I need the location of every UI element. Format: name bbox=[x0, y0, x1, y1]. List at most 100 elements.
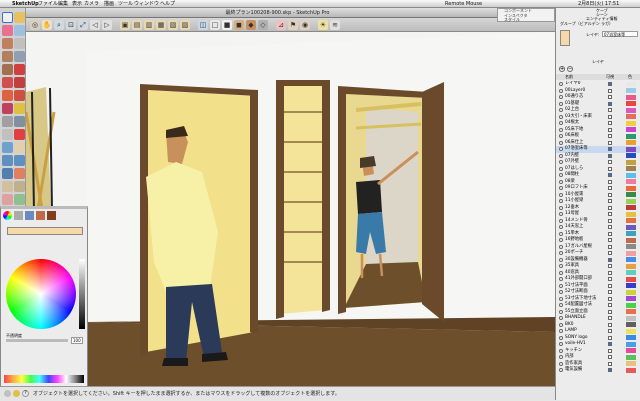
layer-visible-checkbox[interactable] bbox=[608, 108, 612, 113]
active-layer-radio[interactable] bbox=[559, 277, 563, 282]
active-layer-radio[interactable] bbox=[559, 244, 563, 249]
layer-visible-checkbox[interactable] bbox=[608, 147, 612, 152]
line-icon[interactable] bbox=[2, 38, 13, 49]
active-layer-radio[interactable] bbox=[559, 329, 563, 334]
top-view-icon[interactable]: ▤ bbox=[132, 20, 142, 30]
active-layer-radio[interactable] bbox=[559, 166, 563, 171]
layer-color-swatch[interactable] bbox=[626, 146, 636, 152]
active-layer-radio[interactable] bbox=[559, 134, 563, 139]
active-layer-radio[interactable] bbox=[559, 251, 563, 256]
color-wheel-tab-icon[interactable] bbox=[3, 211, 12, 220]
layer-color-swatch[interactable] bbox=[626, 361, 636, 367]
opacity-value[interactable]: 100 bbox=[71, 337, 83, 344]
walk-tool-icon[interactable] bbox=[2, 181, 13, 192]
right-view-icon[interactable]: ▦ bbox=[156, 20, 166, 30]
layer-visible-checkbox[interactable] bbox=[608, 121, 612, 126]
layer-visible-checkbox[interactable] bbox=[608, 309, 612, 314]
paint-bucket-icon[interactable] bbox=[14, 12, 25, 23]
layer-visible-checkbox[interactable] bbox=[608, 140, 612, 145]
orbit-icon[interactable]: ◎ bbox=[30, 20, 40, 30]
layer-color-swatch[interactable] bbox=[626, 94, 636, 100]
shadows-icon[interactable]: ☀ bbox=[318, 20, 328, 30]
credits-icon[interactable] bbox=[13, 390, 20, 397]
active-layer-radio[interactable] bbox=[559, 212, 563, 217]
push-pull-icon[interactable] bbox=[2, 77, 13, 88]
freehand-icon[interactable] bbox=[2, 64, 13, 75]
orbit-tool-icon[interactable] bbox=[2, 142, 13, 153]
active-layer-radio[interactable] bbox=[559, 225, 563, 230]
color-palette-tab-icon[interactable] bbox=[25, 211, 34, 220]
front-view-icon[interactable]: ▥ bbox=[144, 20, 154, 30]
layer-color-swatch[interactable] bbox=[626, 348, 636, 354]
follow-me-icon[interactable] bbox=[2, 90, 13, 101]
layer-color-swatch[interactable] bbox=[626, 302, 636, 308]
layer-color-swatch[interactable] bbox=[626, 133, 636, 139]
layer-color-swatch[interactable] bbox=[626, 88, 636, 94]
layer-visible-checkbox[interactable] bbox=[608, 342, 612, 347]
layer-color-swatch[interactable] bbox=[626, 81, 636, 87]
active-layer-radio[interactable] bbox=[559, 179, 563, 184]
layer-visible-checkbox[interactable] bbox=[608, 264, 612, 269]
active-layer-radio[interactable] bbox=[559, 348, 563, 353]
active-layer-radio[interactable] bbox=[559, 322, 563, 327]
previous-view-icon[interactable]: ◁ bbox=[90, 20, 100, 30]
layer-visible-checkbox[interactable] bbox=[608, 335, 612, 340]
left-view-icon[interactable]: ▨ bbox=[180, 20, 190, 30]
active-layer-radio[interactable] bbox=[559, 283, 563, 288]
layer-visible-checkbox[interactable] bbox=[608, 348, 612, 353]
layer-color-swatch[interactable] bbox=[626, 289, 636, 295]
layer-visible-checkbox[interactable] bbox=[608, 231, 612, 236]
opacity-slider[interactable] bbox=[6, 339, 68, 342]
layer-color-swatch[interactable] bbox=[626, 179, 636, 185]
zoom-extents-icon-left[interactable] bbox=[2, 168, 13, 179]
arc-icon[interactable] bbox=[2, 51, 13, 62]
select-arrow-icon[interactable] bbox=[2, 12, 13, 23]
layer-color-swatch[interactable] bbox=[626, 244, 636, 250]
active-layer-radio[interactable] bbox=[559, 108, 563, 113]
col-color[interactable]: 色 bbox=[628, 74, 632, 80]
active-layer-radio[interactable] bbox=[559, 186, 563, 191]
active-layer-radio[interactable] bbox=[559, 199, 563, 204]
layer-color-swatch[interactable] bbox=[626, 107, 636, 113]
layer-visible-checkbox[interactable] bbox=[608, 166, 612, 171]
layer-color-swatch[interactable] bbox=[626, 205, 636, 211]
layer-color-swatch[interactable] bbox=[626, 328, 636, 334]
zoom-extents-icon[interactable]: ⤢ bbox=[78, 20, 88, 30]
shaded-texture-icon[interactable]: ◆ bbox=[246, 20, 256, 30]
layer-visible-checkbox[interactable] bbox=[608, 173, 612, 178]
layer-color-swatch[interactable] bbox=[626, 159, 636, 165]
layer-color-swatch[interactable] bbox=[626, 315, 636, 321]
wireframe-icon[interactable]: □ bbox=[210, 20, 220, 30]
layer-color-swatch[interactable] bbox=[626, 322, 636, 328]
layer-color-swatch[interactable] bbox=[626, 296, 636, 302]
layer-visible-checkbox[interactable] bbox=[608, 244, 612, 249]
layer-visible-checkbox[interactable] bbox=[608, 368, 612, 373]
layer-color-swatch[interactable] bbox=[626, 120, 636, 126]
layer-visible-checkbox[interactable] bbox=[608, 82, 612, 87]
active-layer-radio[interactable] bbox=[559, 218, 563, 223]
layer-color-swatch[interactable] bbox=[626, 283, 636, 289]
layer-color-swatch[interactable] bbox=[626, 140, 636, 146]
color-sliders-tab-icon[interactable] bbox=[14, 211, 23, 220]
active-layer-radio[interactable] bbox=[559, 95, 563, 100]
monochrome-icon[interactable]: ◇ bbox=[258, 20, 268, 30]
active-layer-radio[interactable] bbox=[559, 368, 563, 373]
layer-visible-checkbox[interactable] bbox=[608, 270, 612, 275]
menu-camera[interactable]: カメラ bbox=[84, 0, 99, 8]
brightness-slider[interactable] bbox=[79, 259, 85, 329]
layer-visible-checkbox[interactable] bbox=[608, 212, 612, 217]
layer-visible-checkbox[interactable] bbox=[608, 199, 612, 204]
layer-color-swatch[interactable] bbox=[626, 231, 636, 237]
menu-sketchup[interactable]: SketchUp bbox=[12, 0, 39, 8]
layer-color-swatch[interactable] bbox=[626, 192, 636, 198]
active-layer-radio[interactable] bbox=[559, 121, 563, 126]
layer-color-swatch[interactable] bbox=[626, 335, 636, 341]
menu-window[interactable]: ウィンドウ bbox=[134, 0, 159, 8]
layer-color-swatch[interactable] bbox=[626, 257, 636, 263]
menu-edit[interactable]: 編集 bbox=[58, 0, 68, 8]
layer-color-swatch[interactable] bbox=[626, 172, 636, 178]
offset-icon[interactable] bbox=[2, 103, 13, 114]
shaded-icon[interactable]: ◼ bbox=[234, 20, 244, 30]
pan-icon[interactable]: ✋ bbox=[42, 20, 52, 30]
look-around-tool-icon[interactable] bbox=[14, 181, 25, 192]
